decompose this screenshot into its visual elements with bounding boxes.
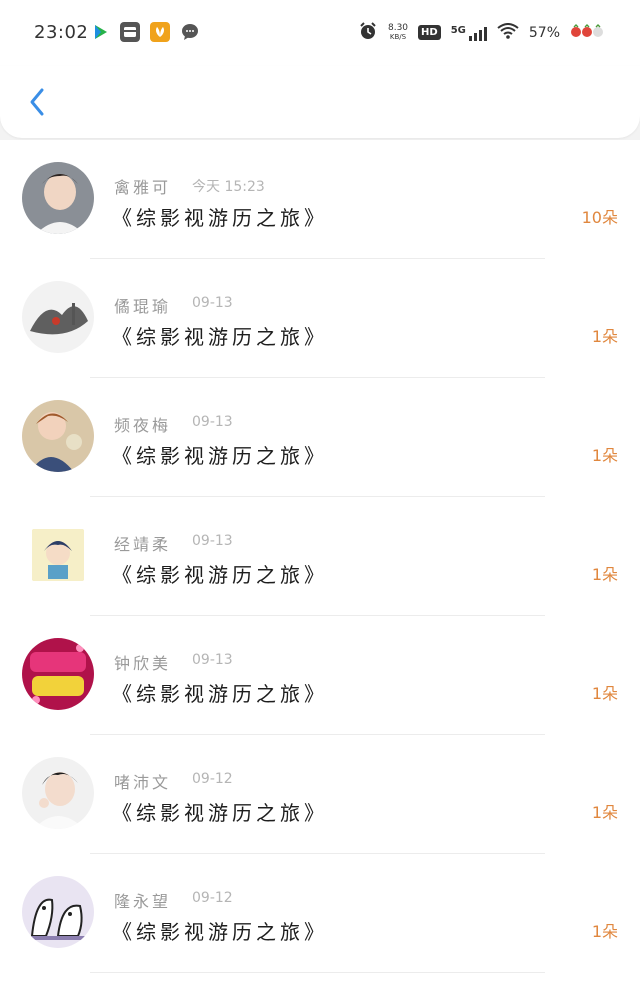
battery-icon: [570, 24, 606, 41]
book-title: 《综影视游历之旅》: [112, 325, 328, 349]
list-item[interactable]: 啫沛文 09-12 《综影视游历之旅》 1朵: [0, 735, 640, 854]
gift-date: 09-13: [192, 295, 233, 311]
list-item[interactable]: 禽雅可 今天 15:23 《综影视游历之旅》 10朵: [0, 140, 640, 259]
status-bar: 23:02 8.30 KB/S HD 5G 57%: [0, 0, 640, 66]
network-speed: 8.30 KB/S: [387, 22, 409, 41]
cellular-signal: 5G: [451, 25, 487, 41]
gift-date: 09-12: [192, 890, 233, 906]
user-name: 钟欣美: [114, 654, 172, 673]
list-item[interactable]: 频夜梅 09-13 《综影视游历之旅》 1朵: [0, 378, 640, 497]
avatar: [22, 519, 94, 591]
flower-count: 1朵: [591, 922, 618, 941]
list-item[interactable]: 经靖柔 09-13 《综影视游历之旅》 1朵: [0, 497, 640, 616]
card-app-icon: [120, 22, 140, 42]
list-item[interactable]: 僪琨瑜 09-13 《综影视游历之旅》 1朵: [0, 259, 640, 378]
book-title: 《综影视游历之旅》: [112, 444, 328, 468]
avatar: [22, 638, 94, 710]
user-name: 隆永望: [114, 892, 172, 911]
book-title: 《综影视游历之旅》: [112, 920, 328, 944]
avatar: [22, 876, 94, 948]
hd-badge: HD: [418, 25, 441, 40]
user-name: 啫沛文: [114, 773, 172, 792]
list-item[interactable]: 隆永望 09-12 《综影视游历之旅》 1朵: [0, 854, 640, 973]
user-name: 禽雅可: [114, 178, 172, 197]
notification-icons: [90, 22, 200, 42]
book-title: 《综影视游历之旅》: [112, 206, 328, 230]
message-icon: [180, 22, 200, 42]
divider: [90, 972, 545, 973]
user-name: 经靖柔: [114, 535, 172, 554]
video-app-icon: [90, 22, 110, 42]
reading-app-icon: [150, 22, 170, 42]
user-name: 频夜梅: [114, 416, 172, 435]
gift-date: 09-13: [192, 533, 233, 549]
alarm-icon: [358, 21, 378, 44]
list-item[interactable]: 钟欣美 09-13 《综影视游历之旅》 1朵: [0, 616, 640, 735]
status-time: 23:02: [34, 22, 89, 43]
chevron-left-icon: [30, 88, 44, 116]
back-button[interactable]: [24, 84, 48, 120]
flower-count: 10朵: [581, 208, 618, 227]
avatar: [22, 757, 94, 829]
battery-level: 57%: [528, 24, 560, 41]
user-name: 僪琨瑜: [114, 297, 172, 316]
avatar: [22, 281, 94, 353]
gift-date: 09-12: [192, 771, 233, 787]
gift-date: 今天 15:23: [192, 179, 265, 195]
gift-date: 09-13: [192, 414, 233, 430]
flower-count: 1朵: [591, 327, 618, 346]
avatar: [22, 400, 94, 472]
flower-count: 1朵: [591, 565, 618, 584]
flower-count: 1朵: [591, 684, 618, 703]
gift-date: 09-13: [192, 652, 233, 668]
book-title: 《综影视游历之旅》: [112, 682, 328, 706]
system-icons: 8.30 KB/S HD 5G 57%: [358, 21, 606, 44]
page-header: [0, 66, 640, 138]
book-title: 《综影视游历之旅》: [112, 801, 328, 825]
flower-count: 1朵: [591, 446, 618, 465]
avatar: [22, 162, 94, 234]
gift-record-list: 禽雅可 今天 15:23 《综影视游历之旅》 10朵 僪琨瑜 09-13 《综影…: [0, 140, 640, 981]
wifi-icon: [497, 23, 519, 42]
signal-bars-icon: [468, 26, 487, 41]
flower-count: 1朵: [591, 803, 618, 822]
book-title: 《综影视游历之旅》: [112, 563, 328, 587]
